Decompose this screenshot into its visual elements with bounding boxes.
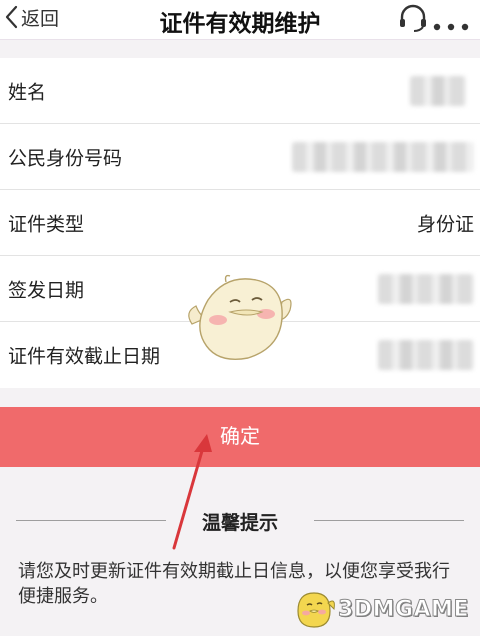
redacted-value: [292, 141, 474, 172]
row-label: 签发日期: [8, 279, 85, 301]
redacted-value: [378, 273, 474, 304]
row-label: 证件类型: [8, 213, 85, 235]
row-id-number: 公民身份号码: [0, 124, 480, 190]
tips-header: 温馨提示: [16, 508, 464, 534]
divider: [314, 520, 464, 521]
mascot-logo-icon: [297, 592, 335, 628]
top-navigation-bar: 返回 证件有效期维护: [0, 0, 480, 40]
more-button[interactable]: [433, 16, 469, 35]
row-label: 姓名: [8, 81, 47, 103]
redacted-value: [378, 340, 474, 370]
customer-service-button[interactable]: [398, 4, 428, 36]
headset-icon: [400, 4, 426, 32]
watermark-text: 3DMGAME: [338, 596, 469, 622]
row-id-type[interactable]: 证件类型 身份证: [0, 190, 480, 256]
more-dots-icon: [433, 23, 469, 31]
watermark: 3DMGAME: [292, 584, 478, 634]
tips-title: 温馨提示: [201, 512, 278, 534]
confirm-button[interactable]: 确定: [0, 407, 480, 467]
annotation-arrow: [172, 434, 212, 550]
mascot-illustration: [188, 274, 292, 360]
row-label: 证件有效截止日期: [8, 345, 161, 368]
id-type-value: 身份证: [416, 213, 474, 235]
redacted-value: [410, 75, 466, 106]
row-name: 姓名: [0, 58, 480, 124]
row-label: 公民身份号码: [8, 147, 123, 169]
